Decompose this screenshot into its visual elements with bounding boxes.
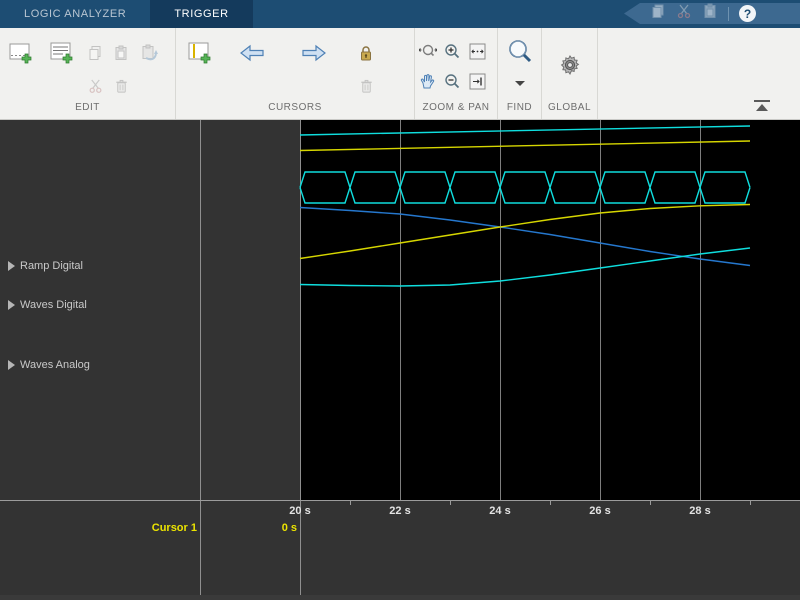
- help-button[interactable]: ?: [739, 5, 756, 22]
- pan-icon[interactable]: [419, 73, 436, 90]
- section-label-zoom-pan: ZOOM & PAN: [422, 102, 490, 113]
- section-label-find: FIND: [506, 102, 533, 113]
- name-value-divider[interactable]: [200, 120, 201, 600]
- section-label-edit: EDIT: [75, 102, 100, 113]
- signal-group-waves-analog[interactable]: Waves Analog: [0, 359, 195, 371]
- time-minor-tick: [650, 500, 651, 505]
- cut-icon[interactable]: [676, 3, 692, 24]
- expand-arrow-icon[interactable]: [8, 360, 15, 370]
- previous-transition-button[interactable]: [240, 44, 264, 62]
- section-label-global: GLOBAL: [547, 102, 592, 113]
- time-axis-line: [0, 500, 800, 501]
- time-tick-label: 24 s: [489, 505, 511, 517]
- copy-icon[interactable]: [650, 3, 666, 24]
- collapse-toolstrip-button[interactable]: [754, 100, 770, 112]
- chevron-down-icon: [515, 80, 525, 86]
- signal-label: Waves Analog: [20, 359, 90, 371]
- cursor-value-label[interactable]: 0 s: [282, 522, 297, 534]
- add-divider-button[interactable]: [49, 41, 73, 65]
- collapse-arrow-icon: [756, 104, 768, 111]
- cursor-name-label[interactable]: Cursor 1: [152, 522, 197, 534]
- add-wave-button[interactable]: [8, 41, 32, 65]
- quick-access-separator: [728, 6, 729, 21]
- time-tick-label: 20 s: [289, 505, 311, 517]
- signal-group-ramp-digital[interactable]: Ramp Digital: [0, 260, 195, 272]
- section-label-cursors: CURSORS: [268, 102, 322, 113]
- signal-label: Waves Digital: [20, 299, 87, 311]
- fit-to-view-icon[interactable]: [469, 43, 486, 60]
- time-minor-tick: [550, 500, 551, 505]
- titlebar: LOGIC ANALYZER TRIGGER ?: [0, 0, 800, 28]
- section-find: FIND: [498, 28, 542, 119]
- quick-access-toolbar: ?: [624, 3, 800, 24]
- time-tick-label: 28 s: [689, 505, 711, 517]
- cut-button[interactable]: [88, 79, 103, 94]
- expand-arrow-icon[interactable]: [8, 300, 15, 310]
- value-plot-divider[interactable]: [300, 120, 301, 600]
- duplicate-button[interactable]: [140, 44, 158, 62]
- next-transition-button[interactable]: [302, 44, 326, 62]
- signal-label: Ramp Digital: [20, 260, 83, 272]
- section-cursors: CURSORS: [176, 28, 415, 119]
- time-minor-tick: [750, 500, 751, 505]
- toolstrip: EDIT CURSORS ZOOM & PAN FIND GLOBAL: [0, 28, 800, 120]
- copy-button[interactable]: [87, 45, 103, 61]
- waveform-plot-area[interactable]: [300, 120, 800, 500]
- horizontal-scrollbar[interactable]: [0, 595, 800, 600]
- settings-gear-icon[interactable]: [557, 52, 583, 78]
- tab-logic-analyzer[interactable]: LOGIC ANALYZER: [0, 0, 150, 28]
- delete-cursor-button[interactable]: [359, 79, 374, 94]
- section-zoom-pan: ZOOM & PAN: [415, 28, 498, 119]
- zoom-in-x-icon[interactable]: [418, 43, 437, 59]
- find-button[interactable]: [506, 38, 534, 66]
- expand-arrow-icon[interactable]: [8, 261, 15, 271]
- section-edit: EDIT: [0, 28, 176, 119]
- waveform-workspace: Ramp Digital Waves Digital Waves Analog …: [0, 120, 800, 600]
- add-cursor-button[interactable]: [187, 41, 211, 65]
- zoom-out-icon[interactable]: [444, 73, 461, 90]
- time-minor-tick: [350, 500, 351, 505]
- paste-button[interactable]: [113, 45, 129, 61]
- find-options-dropdown[interactable]: [515, 80, 525, 86]
- signal-group-waves-digital[interactable]: Waves Digital: [0, 299, 195, 311]
- lock-cursor-button[interactable]: [359, 45, 373, 62]
- collapse-bar-icon: [754, 100, 770, 102]
- zoom-to-cursor-icon[interactable]: [469, 73, 486, 90]
- zoom-in-icon[interactable]: [444, 43, 461, 60]
- section-global: GLOBAL: [542, 28, 598, 119]
- paste-icon[interactable]: [702, 3, 718, 24]
- delete-button[interactable]: [114, 79, 129, 94]
- tab-trigger[interactable]: TRIGGER: [150, 0, 253, 28]
- time-tick-label: 26 s: [589, 505, 611, 517]
- time-minor-tick: [450, 500, 451, 505]
- time-tick-label: 22 s: [389, 505, 411, 517]
